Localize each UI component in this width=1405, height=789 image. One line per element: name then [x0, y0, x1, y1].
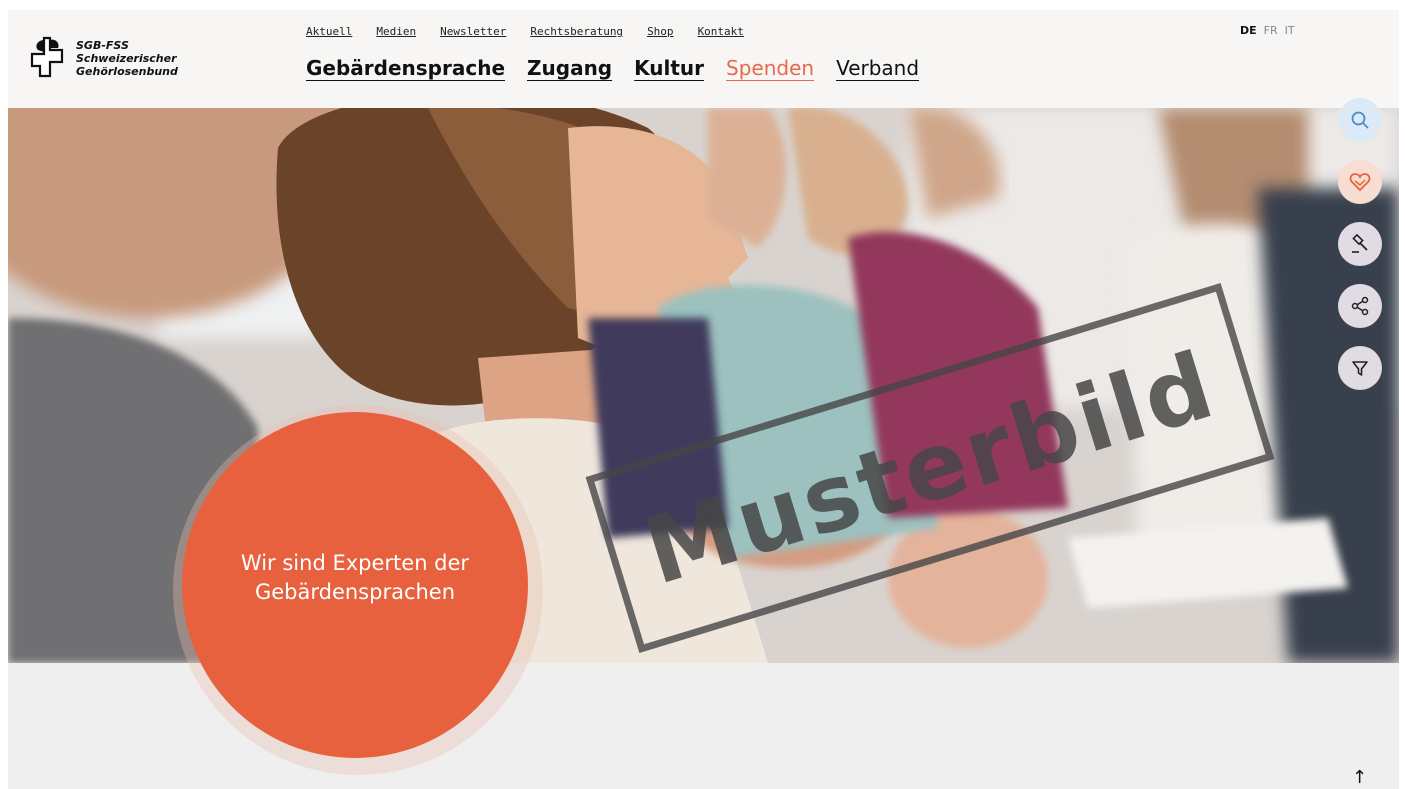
- claim-circle: Wir sind Experten der Gebärdensprachen: [182, 412, 528, 758]
- site-header: SGB-FSS Schweizerischer Gehörlosenbund A…: [8, 10, 1399, 108]
- top-link-kontakt[interactable]: Kontakt: [698, 25, 744, 38]
- nav-zugang[interactable]: Zugang: [527, 56, 612, 80]
- logo-line-1: SGB-FSS: [76, 38, 129, 52]
- logo-cross-icon: [30, 36, 64, 78]
- claim-line-1: Wir sind Experten der: [240, 551, 470, 575]
- main-nav: Gebärdensprache Zugang Kultur Spenden Ve…: [306, 56, 919, 80]
- top-link-rechtsberatung[interactable]: Rechtsberatung: [530, 25, 623, 38]
- filter-icon: [1352, 361, 1368, 376]
- donate-heart-icon: [1349, 173, 1371, 192]
- legal-button[interactable]: [1338, 222, 1382, 266]
- lang-de[interactable]: DE: [1240, 24, 1257, 37]
- logo-text: SGB-FSS Schweizerischer Gehörlosenbund: [76, 39, 178, 78]
- lang-fr[interactable]: FR: [1264, 24, 1278, 37]
- share-icon: [1351, 296, 1369, 316]
- claim-line-2: Gebärdensprachen: [254, 580, 456, 604]
- share-button[interactable]: [1338, 284, 1382, 328]
- lang-it[interactable]: IT: [1285, 24, 1295, 37]
- search-button[interactable]: [1338, 98, 1382, 142]
- language-switcher: DE FR IT: [1240, 24, 1295, 37]
- top-link-aktuell[interactable]: Aktuell: [306, 25, 352, 38]
- legal-hammer-icon: [1352, 234, 1368, 253]
- donate-button[interactable]: [1338, 160, 1382, 204]
- logo-line-2: Schweizerischer: [76, 51, 177, 65]
- top-link-newsletter[interactable]: Newsletter: [440, 25, 506, 38]
- nav-gebaerdensprache[interactable]: Gebärdensprache: [306, 56, 505, 80]
- top-link-medien[interactable]: Medien: [376, 25, 416, 38]
- nav-spenden[interactable]: Spenden: [726, 56, 814, 80]
- nav-verband[interactable]: Verband: [836, 56, 919, 80]
- page: SGB-FSS Schweizerischer Gehörlosenbund A…: [8, 10, 1399, 789]
- filter-button[interactable]: [1338, 346, 1382, 390]
- nav-kultur[interactable]: Kultur: [634, 56, 704, 80]
- claim-text: Wir sind Experten der Gebärdensprachen: [241, 549, 469, 607]
- logo-line-3: Gehörlosenbund: [76, 64, 178, 78]
- back-to-top-button[interactable]: ↑: [1352, 767, 1367, 788]
- top-link-shop[interactable]: Shop: [647, 25, 674, 38]
- search-icon: [1351, 111, 1369, 129]
- top-links: Aktuell Medien Newsletter Rechtsberatung…: [306, 25, 744, 38]
- site-logo[interactable]: SGB-FSS Schweizerischer Gehörlosenbund: [28, 28, 218, 88]
